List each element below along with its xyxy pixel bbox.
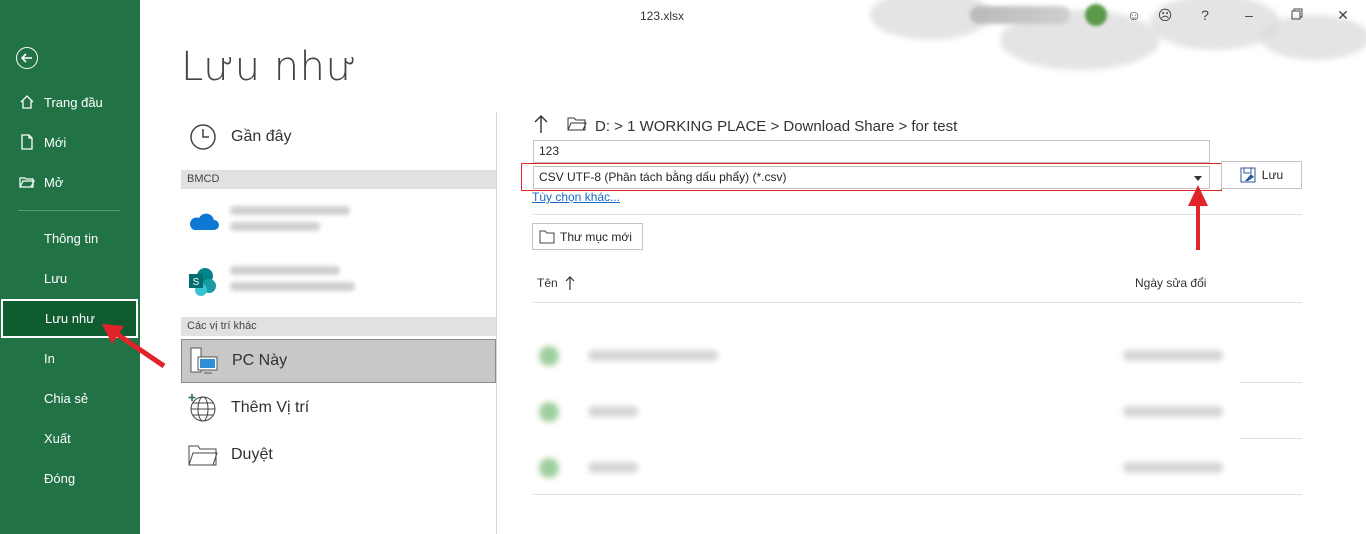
breadcrumb-path[interactable]: D: > 1 WORKING PLACE > Download Share > …: [595, 118, 957, 135]
new-folder-icon: [539, 230, 555, 243]
close-icon[interactable]: ✕: [1334, 6, 1352, 24]
nav-item-label: Thông tin: [44, 230, 99, 246]
sharepoint-icon: S: [185, 264, 221, 300]
breadcrumb: D: > 1 WORKING PLACE > Download Share > …: [533, 114, 957, 138]
nav-item-label: Mở: [44, 174, 64, 190]
nav-item-close[interactable]: Đóng: [0, 460, 140, 496]
annotation-arrow-left: [102, 324, 166, 369]
nav-item-save[interactable]: Lưu: [0, 260, 140, 296]
column-divider: [496, 112, 497, 534]
frown-feedback-icon[interactable]: ☹: [1156, 6, 1174, 24]
page-title: Lưu như: [181, 44, 358, 90]
location-this-pc[interactable]: PC Này: [181, 339, 496, 383]
backstage-nav: Trang đầu Mới Mở Thông tin Lưu Lưu như I…: [0, 0, 140, 534]
nav-item-label: Chia sẻ: [44, 390, 89, 406]
account-blurred: [230, 206, 360, 244]
divider: [1240, 382, 1302, 383]
location-label: Gần đây: [231, 128, 292, 145]
nav-item-new[interactable]: Mới: [0, 124, 140, 160]
minimize-icon[interactable]: –: [1240, 6, 1258, 24]
location-label: Thêm Vị trí: [231, 399, 310, 416]
help-icon[interactable]: ?: [1196, 6, 1214, 24]
nav-item-label: Mới: [44, 134, 67, 150]
smile-feedback-icon[interactable]: ☺: [1125, 6, 1143, 24]
avatar[interactable]: [1085, 4, 1107, 26]
file-row-blurred[interactable]: [533, 440, 1302, 494]
location-add-place[interactable]: Thêm Vị trí: [181, 386, 496, 430]
up-arrow-icon[interactable]: [533, 114, 551, 138]
nav-item-export[interactable]: Xuất: [0, 420, 140, 456]
location-label: PC Này: [232, 352, 288, 369]
home-icon: [19, 94, 35, 110]
svg-text:S: S: [193, 277, 200, 288]
file-row-blurred[interactable]: [533, 328, 1302, 382]
annotation-highlight-box: [521, 163, 1222, 191]
save-button-label: Lưu: [1261, 168, 1284, 182]
nav-item-label: Lưu như: [45, 311, 95, 326]
more-options-link[interactable]: Tùy chọn khác...: [532, 190, 620, 204]
location-label: Duyệt: [231, 446, 273, 463]
nav-divider: [18, 210, 120, 211]
nav-item-label: Xuất: [44, 430, 71, 446]
location-recent[interactable]: Gần đây: [181, 115, 496, 159]
annotation-arrow-up: [1188, 185, 1208, 250]
filename-input[interactable]: 123: [533, 140, 1210, 163]
globe-add-icon: [185, 390, 221, 426]
new-folder-label: Thư mục mới: [560, 229, 632, 244]
clock-icon: [185, 119, 221, 155]
file-row-blurred[interactable]: [533, 384, 1302, 438]
restore-icon[interactable]: [1288, 6, 1306, 24]
new-file-icon: [19, 134, 35, 150]
new-folder-button[interactable]: Thư mục mới: [532, 223, 643, 250]
title-bar: 123.xlsx ☺ ☹ ? – ✕: [140, 0, 1366, 70]
sort-ascending-icon: [565, 276, 575, 290]
location-group-header: Các vị trí khác: [181, 317, 496, 336]
account-name-blurred: [970, 6, 1070, 24]
save-disk-icon: [1240, 167, 1256, 183]
nav-item-open[interactable]: Mở: [0, 164, 140, 200]
location-browse[interactable]: Duyệt: [181, 433, 496, 477]
nav-item-label: In: [44, 350, 55, 366]
folder-icon: [567, 116, 587, 136]
computer-icon: [186, 343, 222, 379]
location-group-header: BMCD: [181, 170, 496, 189]
nav-item-label: Đóng: [44, 470, 76, 486]
back-arrow-icon[interactable]: [16, 47, 38, 69]
divider: [1240, 438, 1302, 439]
divider: [533, 302, 1302, 303]
window-filename: 123.xlsx: [640, 9, 685, 23]
divider: [533, 494, 1302, 495]
nav-item-share[interactable]: Chia sẻ: [0, 380, 140, 416]
account-blurred: [230, 266, 360, 304]
open-folder-icon: [19, 174, 35, 190]
column-header-date[interactable]: Ngày sửa đổi: [1135, 276, 1206, 290]
column-header-label: Tên: [537, 276, 558, 290]
onedrive-cloud-icon: [185, 203, 221, 239]
nav-item-info[interactable]: Thông tin: [0, 220, 140, 256]
nav-item-home[interactable]: Trang đầu: [0, 84, 140, 120]
nav-item-label: Trang đầu: [44, 94, 103, 110]
column-header-name[interactable]: Tên: [537, 275, 575, 291]
save-button[interactable]: Lưu: [1221, 161, 1302, 189]
nav-item-label: Lưu: [44, 270, 68, 286]
browse-folder-icon: [185, 437, 221, 473]
